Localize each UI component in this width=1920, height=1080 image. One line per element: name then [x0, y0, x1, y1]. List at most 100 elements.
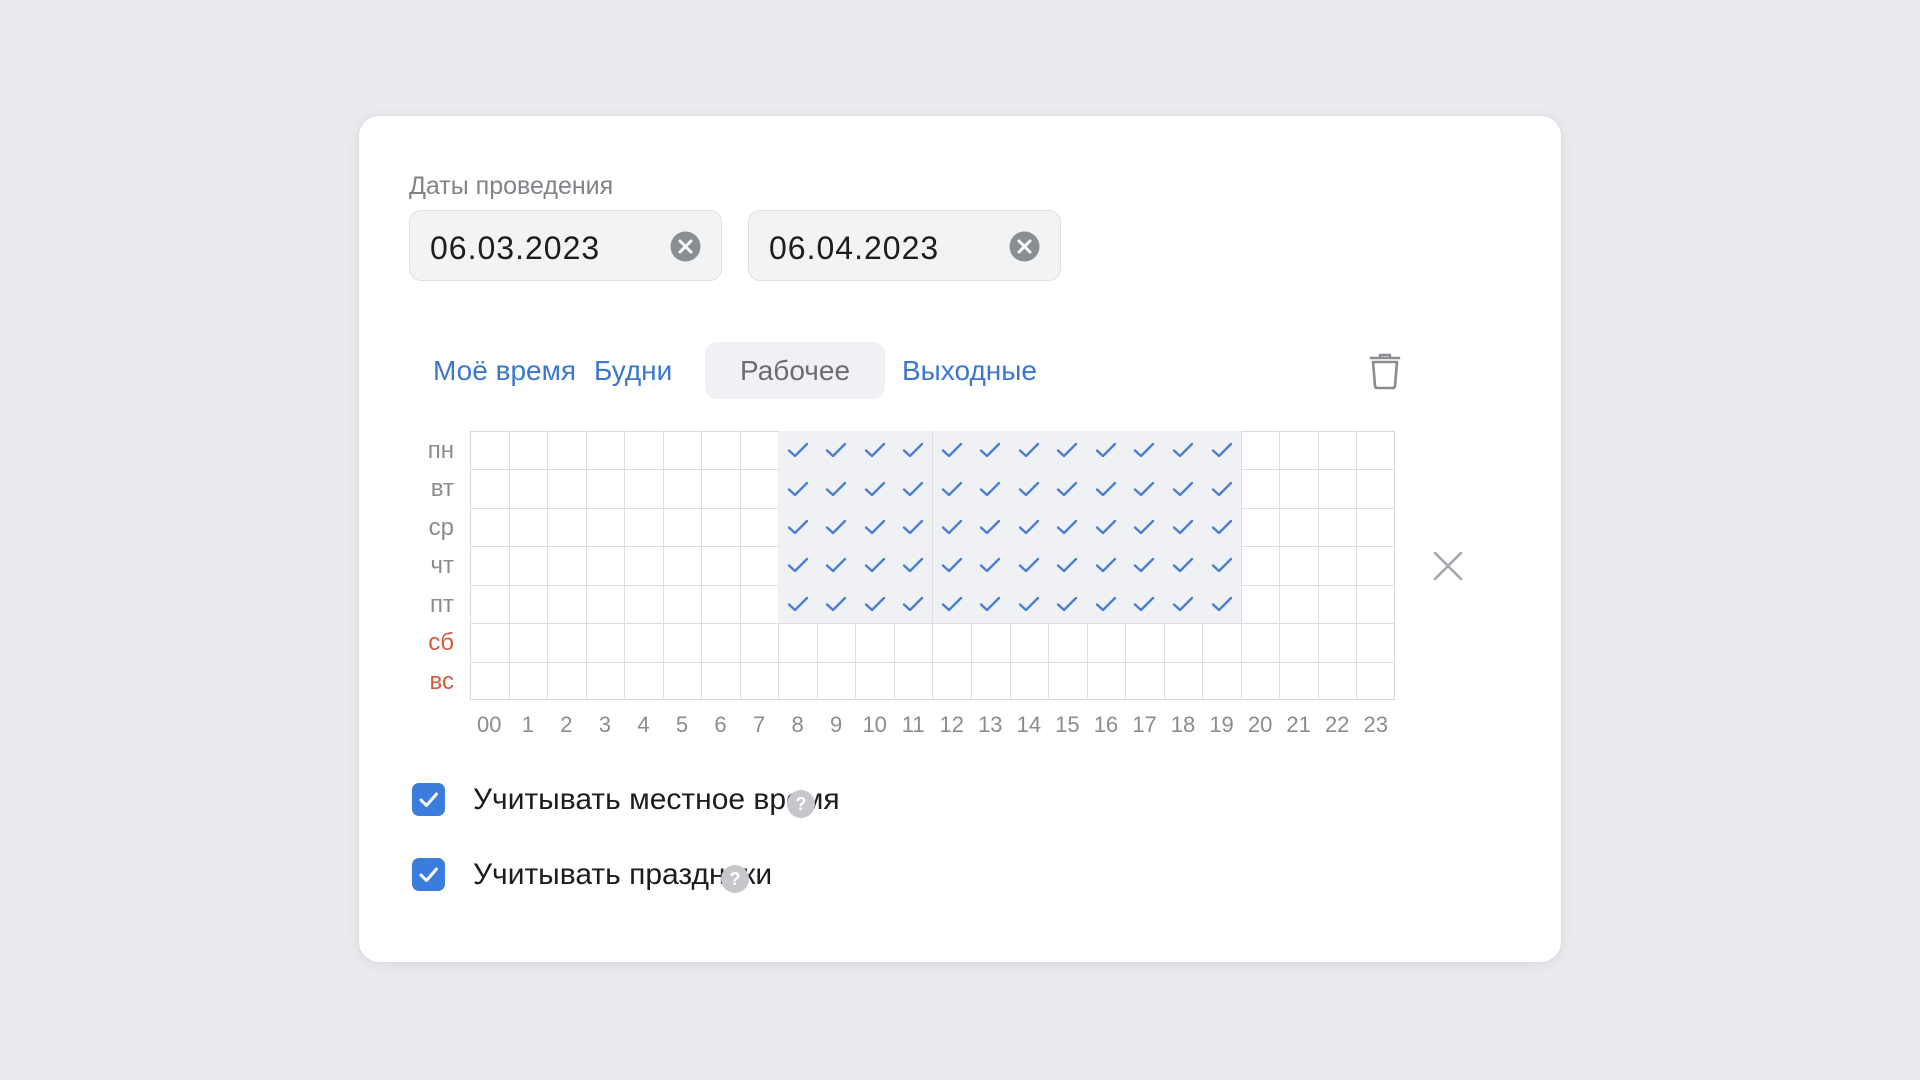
schedule-cell-selected[interactable] — [1048, 431, 1088, 471]
schedule-cell-selected[interactable] — [855, 507, 895, 548]
close-icon[interactable] — [1432, 550, 1464, 582]
schedule-cell[interactable] — [624, 661, 664, 700]
schedule-cell[interactable] — [778, 623, 818, 663]
schedule-cell[interactable] — [585, 507, 626, 548]
schedule-cell[interactable] — [1317, 469, 1358, 509]
schedule-cell[interactable] — [547, 661, 587, 700]
schedule-cell[interactable] — [1317, 431, 1358, 471]
schedule-cell[interactable] — [855, 661, 895, 700]
schedule-cell-selected[interactable] — [1009, 584, 1050, 625]
schedule-cell[interactable] — [1164, 661, 1204, 700]
local-time-checkbox[interactable] — [412, 783, 445, 816]
schedule-cell[interactable] — [778, 661, 818, 700]
schedule-cell[interactable] — [470, 623, 510, 663]
schedule-cell[interactable] — [1241, 661, 1281, 700]
schedule-cell[interactable] — [662, 546, 703, 586]
schedule-cell-selected[interactable] — [971, 546, 1011, 586]
schedule-cell-selected[interactable] — [1048, 584, 1088, 625]
schedule-cell-selected[interactable] — [1086, 507, 1127, 548]
local-time-help-icon[interactable]: ? — [786, 789, 816, 819]
schedule-cell-selected[interactable] — [1048, 469, 1088, 509]
schedule-cell[interactable] — [739, 546, 780, 586]
schedule-cell-selected[interactable] — [1009, 546, 1050, 586]
schedule-cell[interactable] — [739, 623, 780, 663]
schedule-cell-selected[interactable] — [1202, 431, 1242, 471]
tab-weekends[interactable]: Выходные — [902, 342, 1037, 399]
schedule-cell[interactable] — [585, 584, 626, 625]
schedule-cell[interactable] — [1356, 585, 1395, 625]
schedule-cell[interactable] — [1317, 623, 1358, 663]
schedule-cell[interactable] — [1240, 469, 1281, 509]
schedule-cell-selected[interactable] — [1163, 546, 1204, 586]
schedule-cell-selected[interactable] — [1163, 431, 1204, 471]
holidays-checkbox[interactable] — [412, 858, 445, 891]
schedule-cell[interactable] — [971, 661, 1011, 700]
schedule-cell[interactable] — [624, 507, 664, 548]
schedule-cell-selected[interactable] — [816, 546, 857, 586]
schedule-cell-selected[interactable] — [816, 431, 857, 471]
schedule-cell[interactable] — [1202, 623, 1242, 663]
schedule-cell[interactable] — [624, 584, 664, 625]
clear-date-to-icon[interactable] — [1008, 230, 1041, 263]
schedule-cell[interactable] — [701, 584, 741, 625]
tab-working[interactable]: Рабочее — [705, 342, 885, 399]
schedule-cell[interactable] — [701, 623, 741, 663]
schedule-cell-selected[interactable] — [1048, 546, 1088, 586]
schedule-cell[interactable] — [586, 661, 626, 700]
schedule-cell[interactable] — [739, 431, 780, 471]
schedule-cell[interactable] — [585, 431, 626, 471]
schedule-cell[interactable] — [1240, 507, 1281, 548]
schedule-cell[interactable] — [1010, 661, 1050, 700]
schedule-cell-selected[interactable] — [1086, 546, 1127, 586]
schedule-cell[interactable] — [624, 546, 664, 586]
schedule-cell[interactable] — [508, 623, 549, 663]
schedule-cell-selected[interactable] — [778, 507, 818, 548]
tab-weekdays[interactable]: Будни — [594, 342, 672, 399]
schedule-cell-selected[interactable] — [1163, 507, 1204, 548]
trash-icon[interactable] — [1367, 352, 1403, 390]
schedule-cell[interactable] — [470, 584, 510, 625]
schedule-cell[interactable] — [740, 661, 780, 700]
schedule-cell[interactable] — [508, 469, 549, 509]
schedule-cell-selected[interactable] — [1125, 507, 1165, 548]
schedule-cell[interactable] — [1318, 661, 1358, 700]
schedule-cell[interactable] — [624, 431, 664, 471]
schedule-cell-selected[interactable] — [816, 584, 857, 625]
schedule-cell[interactable] — [1317, 584, 1358, 625]
schedule-cell-selected[interactable] — [893, 507, 934, 548]
schedule-cell[interactable] — [1356, 469, 1395, 509]
schedule-cell[interactable] — [585, 623, 626, 663]
schedule-cell[interactable] — [1279, 546, 1319, 586]
schedule-cell-selected[interactable] — [1086, 584, 1127, 625]
schedule-cell[interactable] — [662, 431, 703, 471]
schedule-cell[interactable] — [701, 546, 741, 586]
schedule-cell-selected[interactable] — [971, 584, 1011, 625]
schedule-cell-selected[interactable] — [1125, 546, 1165, 586]
schedule-cell[interactable] — [1279, 623, 1319, 663]
schedule-cell[interactable] — [932, 623, 973, 663]
schedule-cell[interactable] — [1048, 661, 1088, 700]
schedule-cell[interactable] — [547, 546, 587, 586]
schedule-cell-selected[interactable] — [855, 546, 895, 586]
schedule-cell[interactable] — [585, 546, 626, 586]
schedule-cell-selected[interactable] — [893, 584, 934, 625]
schedule-cell[interactable] — [470, 661, 510, 700]
schedule-cell[interactable] — [894, 661, 934, 700]
schedule-cell[interactable] — [585, 469, 626, 509]
schedule-cell-selected[interactable] — [1202, 507, 1242, 548]
schedule-cell[interactable] — [508, 507, 549, 548]
schedule-cell-selected[interactable] — [1163, 584, 1204, 625]
schedule-cell[interactable] — [1356, 508, 1395, 548]
schedule-cell-selected[interactable] — [893, 469, 934, 509]
schedule-cell[interactable] — [893, 623, 934, 663]
schedule-cell[interactable] — [1086, 623, 1127, 663]
schedule-cell-selected[interactable] — [893, 431, 934, 471]
schedule-cell[interactable] — [470, 507, 510, 548]
schedule-cell[interactable] — [739, 584, 780, 625]
schedule-cell[interactable] — [701, 661, 741, 700]
schedule-cell[interactable] — [1240, 584, 1281, 625]
holidays-help-icon[interactable]: ? — [720, 864, 750, 894]
schedule-cell-selected[interactable] — [1202, 546, 1242, 586]
schedule-cell[interactable] — [547, 623, 587, 663]
schedule-cell-selected[interactable] — [1125, 431, 1165, 471]
